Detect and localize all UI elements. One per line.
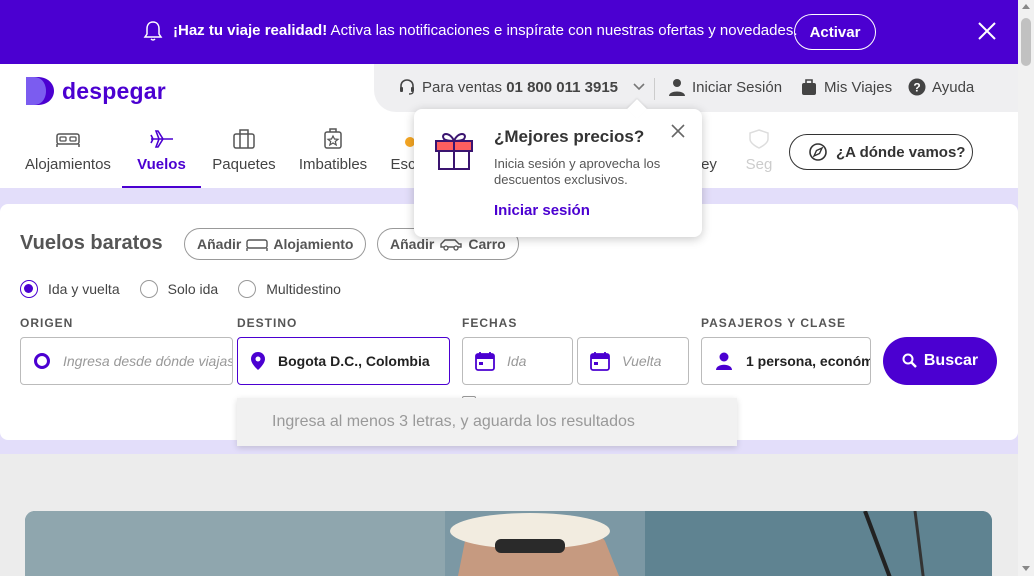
person-icon xyxy=(716,352,732,370)
search-title: Vuelos baratos xyxy=(20,232,163,254)
hero-image xyxy=(25,511,992,576)
add-lodging-button[interactable]: Añadir Alojamiento xyxy=(184,228,367,260)
popover-body: Inicia sesión y aprovecha los descuentos… xyxy=(494,156,661,187)
luggage-icon xyxy=(802,79,816,95)
close-icon[interactable] xyxy=(670,123,686,139)
despegar-logo[interactable]: despegar xyxy=(24,74,166,108)
origin-input[interactable]: Ingresa desde dónde viajas xyxy=(20,337,233,385)
passengers-label: PASAJEROS Y CLASE xyxy=(701,316,847,330)
calendar-icon xyxy=(590,352,610,371)
where-to-go-button[interactable]: ¿A dónde vamos? xyxy=(789,134,973,170)
badge-icon xyxy=(324,128,342,149)
divider xyxy=(654,78,655,100)
help-icon: ? xyxy=(908,78,926,96)
radio-round-trip[interactable] xyxy=(20,280,38,298)
scroll-up-icon[interactable] xyxy=(1022,4,1030,9)
tab-alojamientos[interactable]: Alojamientos xyxy=(24,124,112,186)
traveler-photo xyxy=(25,511,992,576)
escape-icon xyxy=(405,137,415,147)
notification-text: ¡Haz tu viaje realidad! Activa las notif… xyxy=(173,22,798,39)
gift-icon xyxy=(435,133,473,170)
top-utility-bar: Para ventas 01 800 011 3915 Iniciar Sesi… xyxy=(374,64,1018,112)
suitcase-icon xyxy=(233,129,255,149)
headset-icon xyxy=(400,79,414,95)
shield-icon xyxy=(749,129,769,149)
destination-input[interactable]: Bogota D.C., Colombia xyxy=(237,337,450,385)
origin-label: ORIGEN xyxy=(20,316,74,330)
tab-seguros[interactable]: Seg xyxy=(744,124,774,186)
car-icon xyxy=(440,239,463,251)
destination-label: DESTINO xyxy=(237,316,298,330)
chevron-down-icon xyxy=(633,83,645,91)
plane-icon xyxy=(149,130,173,148)
popover-login-link[interactable]: Iniciar sesión xyxy=(494,202,590,219)
tab-escapadas[interactable]: Esc xyxy=(389,124,417,186)
location-pin-icon xyxy=(251,352,265,370)
activate-notifications-button[interactable]: Activar xyxy=(794,14,876,50)
tab-paquetes[interactable]: Paquetes xyxy=(211,124,277,186)
tab-imbatibles[interactable]: Imbatibles xyxy=(297,124,369,186)
scrollbar-thumb[interactable] xyxy=(1021,18,1031,66)
logo-text: despegar xyxy=(62,77,166,104)
bed-icon xyxy=(56,133,80,147)
svg-text:?: ? xyxy=(913,81,920,95)
calendar-icon xyxy=(475,352,495,371)
search-button[interactable]: Buscar xyxy=(883,337,997,385)
dates-label: FECHAS xyxy=(462,316,518,330)
my-trips-link[interactable]: Mis Viajes xyxy=(800,78,892,96)
user-icon xyxy=(669,79,685,96)
return-date-input[interactable]: Vuelta xyxy=(577,337,689,385)
destination-autocomplete-hint: Ingresa al menos 3 letras, y aguarda los… xyxy=(237,398,737,446)
help-link[interactable]: ? Ayuda xyxy=(908,78,974,96)
notification-bar: ¡Haz tu viaje realidad! Activa las notif… xyxy=(0,0,1018,64)
search-icon xyxy=(902,353,917,368)
tab-partial[interactable]: ey xyxy=(699,124,719,186)
close-icon[interactable] xyxy=(976,20,998,42)
sales-phone[interactable]: Para ventas 01 800 011 3915 xyxy=(398,78,652,96)
bed-icon xyxy=(246,239,269,251)
passengers-input[interactable]: 1 persona, económica xyxy=(701,337,871,385)
compass-icon xyxy=(809,143,827,161)
depart-date-input[interactable]: Ida xyxy=(462,337,573,385)
logo-mark-icon xyxy=(26,77,54,105)
radio-multi-destination[interactable] xyxy=(238,280,257,298)
better-prices-popover: ¿Mejores precios? Inicia sesión y aprove… xyxy=(414,99,702,237)
scroll-down-icon[interactable] xyxy=(1022,566,1030,571)
popover-title: ¿Mejores precios? xyxy=(494,127,645,146)
trip-type-selector: Ida y vuelta Solo ida Multidestino xyxy=(20,280,361,298)
radio-one-way[interactable] xyxy=(139,280,158,298)
tab-vuelos[interactable]: Vuelos xyxy=(122,124,201,189)
login-link[interactable]: Iniciar Sesión xyxy=(668,78,782,96)
bell-icon xyxy=(143,21,163,41)
origin-circle-icon xyxy=(34,353,50,369)
page-scrollbar[interactable] xyxy=(1018,0,1034,576)
